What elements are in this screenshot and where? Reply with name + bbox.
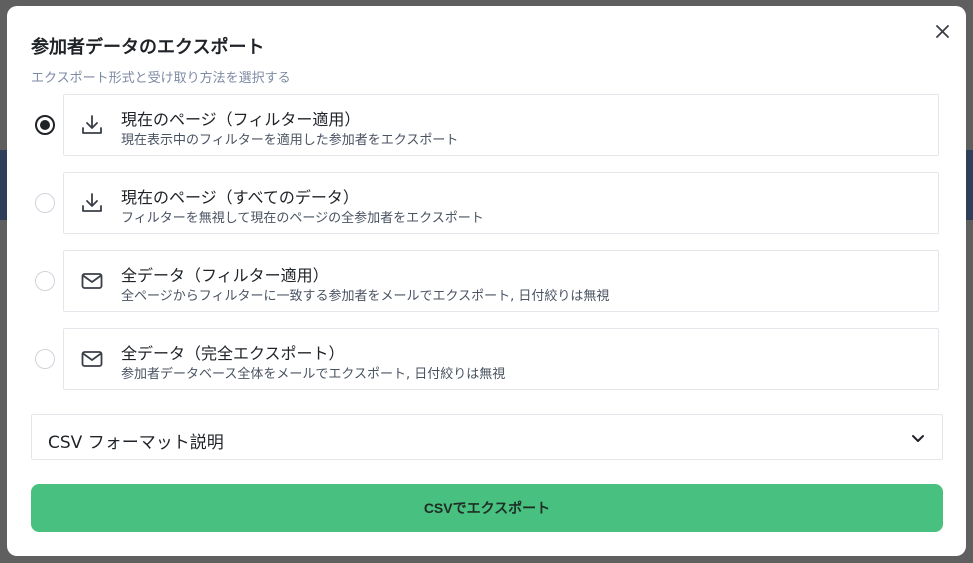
radio-current-page-filtered[interactable] bbox=[35, 115, 55, 135]
option-label: 全データ（完全エクスポート） bbox=[121, 344, 345, 363]
option-card[interactable]: 全データ（フィルター適用） 全ページからフィルターに一致する参加者をメールでエク… bbox=[63, 250, 939, 312]
mail-icon bbox=[81, 273, 103, 289]
option-current-page-filtered: 現在のページ（フィルター適用） 現在表示中のフィルターを適用した参加者をエクスポ… bbox=[31, 94, 939, 156]
option-label: 現在のページ（すべてのデータ） bbox=[121, 188, 359, 207]
download-icon bbox=[82, 115, 102, 134]
export-csv-button[interactable]: CSVでエクスポート bbox=[31, 484, 943, 532]
chevron-down-icon bbox=[912, 435, 924, 442]
radio-all-data-full[interactable] bbox=[35, 349, 55, 369]
mail-icon bbox=[81, 351, 103, 367]
export-button-label: CSVでエクスポート bbox=[423, 500, 551, 516]
option-all-data-full: 全データ（完全エクスポート） 参加者データベース全体をメールでエクスポート, 日… bbox=[31, 328, 939, 390]
option-label: 全データ（フィルター適用） bbox=[121, 266, 329, 285]
option-description: 参加者データベース全体をメールでエクスポート, 日付絞りは無視 bbox=[121, 367, 506, 382]
export-dialog: 参加者データのエクスポート エクスポート形式と受け取り方法を選択する 現在のペー… bbox=[7, 6, 966, 556]
radio-all-data-filtered[interactable] bbox=[35, 271, 55, 291]
radio-current-page-all[interactable] bbox=[35, 193, 55, 213]
option-label: 現在のページ（フィルター適用） bbox=[121, 110, 361, 129]
close-button[interactable] bbox=[932, 21, 952, 41]
option-description: 現在表示中のフィルターを適用した参加者をエクスポート bbox=[121, 133, 459, 148]
dialog-subtitle: エクスポート形式と受け取り方法を選択する bbox=[31, 71, 291, 86]
dialog-title: 参加者データのエクスポート bbox=[31, 37, 265, 58]
option-card[interactable]: 現在のページ（フィルター適用） 現在表示中のフィルターを適用した参加者をエクスポ… bbox=[63, 94, 939, 156]
option-description: フィルターを無視して現在のページの全参加者をエクスポート bbox=[121, 211, 484, 226]
export-options: 現在のページ（フィルター適用） 現在表示中のフィルターを適用した参加者をエクスポ… bbox=[31, 94, 939, 406]
option-description: 全ページからフィルターに一致する参加者をメールでエクスポート, 日付絞りは無視 bbox=[121, 289, 610, 304]
option-all-data-filtered: 全データ（フィルター適用） 全ページからフィルターに一致する参加者をメールでエク… bbox=[31, 250, 939, 312]
download-icon bbox=[82, 193, 102, 212]
accordion-label: CSV フォーマット説明 bbox=[48, 433, 224, 453]
option-card[interactable]: 全データ（完全エクスポート） 参加者データベース全体をメールでエクスポート, 日… bbox=[63, 328, 939, 390]
close-icon bbox=[935, 24, 949, 38]
option-card[interactable]: 現在のページ（すべてのデータ） フィルターを無視して現在のページの全参加者をエク… bbox=[63, 172, 939, 234]
csv-format-accordion[interactable]: CSV フォーマット説明 bbox=[31, 414, 943, 460]
option-current-page-all: 現在のページ（すべてのデータ） フィルターを無視して現在のページの全参加者をエク… bbox=[31, 172, 939, 234]
